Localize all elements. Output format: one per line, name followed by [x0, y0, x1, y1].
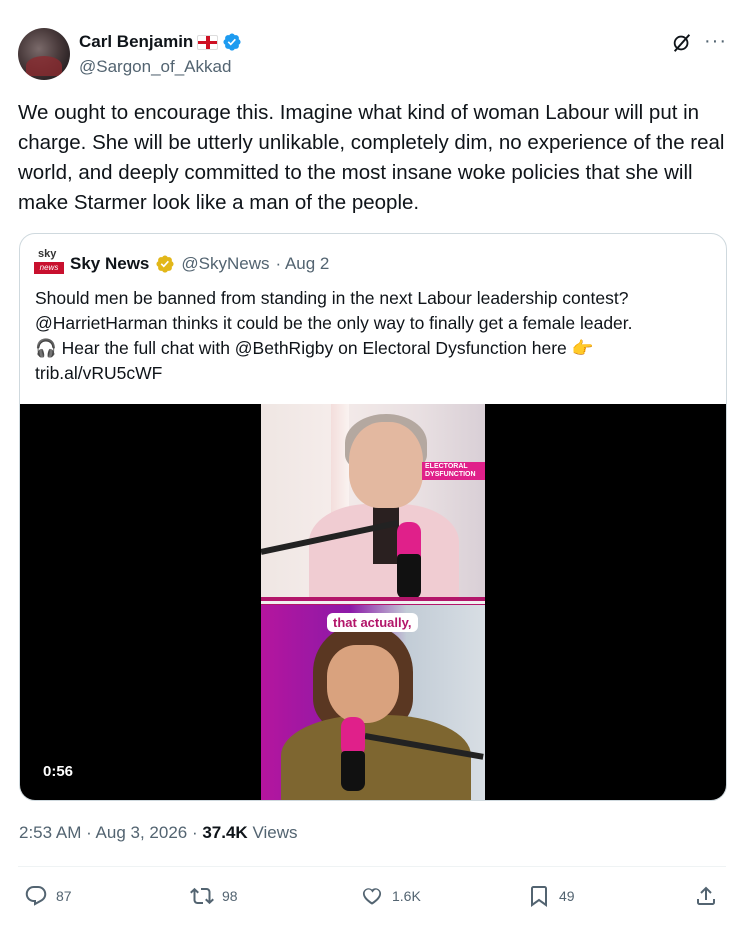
tweet-text: We ought to encourage this. Imagine what… — [18, 101, 725, 214]
share-button[interactable] — [694, 884, 718, 908]
show-tag: ELECTORAL DYSFUNCTION — [422, 462, 485, 480]
bookmark-icon — [531, 886, 547, 907]
video-top-panel: ELECTORAL DYSFUNCTION — [261, 404, 485, 599]
repost-button[interactable]: 98 — [190, 884, 238, 908]
time-date[interactable]: 2:53 AM · Aug 3, 2026 · — [19, 823, 202, 842]
repost-icon — [190, 887, 214, 905]
share-icon — [697, 886, 715, 905]
views-count: 37.4K — [202, 823, 248, 842]
views-label: Views — [247, 823, 298, 842]
quoted-tweet[interactable]: sky news Sky News @SkyNews · Aug 2 Shoul… — [19, 233, 727, 801]
quoted-text-line: Should men be banned from standing in th… — [35, 288, 629, 308]
video-caption: that actually, — [327, 613, 418, 632]
sky-news-logo[interactable]: sky news — [34, 248, 64, 278]
heart-icon — [362, 888, 382, 905]
quoted-link[interactable]: trib.al/vRU5cWF — [35, 361, 715, 386]
quoted-handle[interactable]: @SkyNews — [181, 254, 269, 274]
reply-icon — [25, 886, 47, 906]
video-player[interactable]: ELECTORAL DYSFUNCTION that actually, 0:5… — [20, 404, 726, 800]
more-options-icon[interactable]: ··· — [704, 30, 727, 53]
avatar[interactable] — [18, 28, 70, 80]
quoted-text: Should men be banned from standing in th… — [35, 286, 715, 386]
video-duration: 0:56 — [43, 763, 74, 780]
bookmark-button[interactable]: 49 — [527, 884, 575, 908]
quoted-header: sky news Sky News @SkyNews · Aug 2 — [34, 248, 330, 278]
gold-verified-badge-icon[interactable] — [155, 254, 175, 274]
video-bottom-panel: that actually, — [261, 605, 485, 800]
quoted-text-line: 🎧 Hear the full chat with @BethRigby on … — [35, 338, 594, 358]
quoted-text-line: @HarrietHarman thinks it could be the on… — [35, 313, 633, 333]
reply-button[interactable]: 87 — [24, 884, 72, 908]
author-name[interactable]: Carl Benjamin — [79, 32, 193, 52]
action-bar: 87 98 1.6K 49 — [24, 884, 724, 910]
tweet-timestamp: 2:53 AM · Aug 3, 2026 · 37.4K Views — [19, 823, 297, 843]
quoted-author-name[interactable]: Sky News — [70, 254, 149, 274]
like-button[interactable]: 1.6K — [360, 884, 421, 908]
video-frame: ELECTORAL DYSFUNCTION that actually, — [261, 404, 485, 800]
quoted-date[interactable]: · Aug 2 — [276, 254, 330, 274]
tweet-header: Carl Benjamin @Sargon_of_Akkad ··· — [18, 28, 728, 80]
author-name-row: Carl Benjamin — [79, 32, 242, 52]
grok-icon[interactable] — [671, 32, 693, 54]
england-flag-icon — [197, 34, 219, 50]
divider — [18, 866, 726, 867]
author-handle[interactable]: @Sargon_of_Akkad — [79, 57, 231, 77]
verified-badge-icon[interactable] — [222, 32, 242, 52]
